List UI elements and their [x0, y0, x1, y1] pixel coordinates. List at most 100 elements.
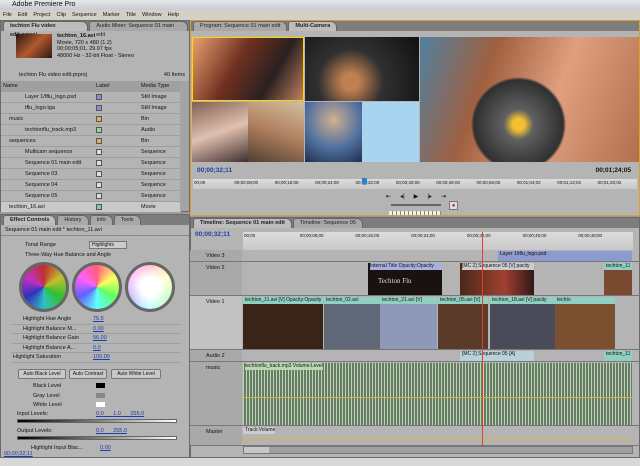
- label-swatch[interactable]: [96, 93, 102, 100]
- output-black[interactable]: 0.0: [96, 428, 104, 434]
- menu-project[interactable]: Project: [33, 10, 50, 20]
- timeline-clip[interactable]: techton_11: [604, 351, 632, 361]
- menu-title[interactable]: Title: [126, 10, 136, 20]
- jog-wheel[interactable]: [389, 211, 441, 215]
- timeline-clip[interactable]: techton_11: [604, 263, 632, 295]
- camera-5-view[interactable]: [305, 102, 362, 162]
- track-label[interactable]: Video 1: [190, 296, 242, 349]
- monitor-current-timecode[interactable]: 00;00;32;11: [197, 167, 232, 174]
- shuttle-slider[interactable]: [391, 204, 441, 206]
- project-item[interactable]: Sequence 01 main edit Sequence: [1, 158, 181, 169]
- go-to-in-icon[interactable]: ⇤: [386, 193, 391, 201]
- tab-program[interactable]: Program: Sequence 01 main edit: [193, 21, 288, 31]
- param-value[interactable]: 56.00: [93, 334, 107, 343]
- tab-tools[interactable]: Tools: [113, 215, 141, 225]
- auto-white-level-button[interactable]: Auto White Level: [111, 369, 161, 379]
- white-level-swatch[interactable]: [96, 402, 105, 407]
- tab-project[interactable]: techton Flu video edit.prproj: [3, 21, 89, 38]
- gray-level-swatch[interactable]: [96, 393, 105, 398]
- output-levels-values[interactable]: 0.0 255.0: [96, 428, 127, 434]
- label-swatch[interactable]: [96, 192, 102, 199]
- tab-history[interactable]: History: [57, 215, 89, 225]
- timeline-clip[interactable]: techton_21.avi [V]: [380, 297, 437, 349]
- menu-edit[interactable]: Edit: [18, 10, 27, 20]
- output-white[interactable]: 255.0: [113, 428, 127, 434]
- tab-info[interactable]: Info: [89, 215, 113, 225]
- input-gray[interactable]: 1.0: [113, 411, 121, 417]
- param-value[interactable]: 0.0: [93, 344, 101, 353]
- track-label[interactable]: Master: [190, 426, 242, 445]
- highlight-color-wheel[interactable]: [125, 262, 175, 312]
- go-to-out-icon[interactable]: ⇥: [441, 193, 446, 201]
- label-swatch[interactable]: [96, 170, 102, 177]
- timeline-timecode[interactable]: 00;00;32;11: [195, 231, 230, 238]
- project-item[interactable]: tflu_logo.tga Still Image: [1, 103, 181, 114]
- col-label[interactable]: Label: [96, 81, 141, 91]
- label-swatch[interactable]: [96, 159, 102, 166]
- volume-line[interactable]: [243, 397, 632, 398]
- camera-6-view[interactable]: [362, 102, 419, 162]
- effect-timecode[interactable]: 00;00;32;11: [4, 451, 33, 457]
- tab-timeline-seq05[interactable]: Timeline: Sequence 05: [292, 218, 363, 228]
- camera-1-view[interactable]: [192, 37, 304, 101]
- project-item[interactable]: techtonflu_track.mp3 Audio: [1, 125, 181, 136]
- project-item[interactable]: techton_16.avi Movie: [1, 202, 181, 213]
- menu-sequence[interactable]: Sequence: [72, 10, 97, 20]
- menu-window[interactable]: Window: [142, 10, 162, 20]
- param-value[interactable]: 0.00: [93, 325, 104, 334]
- label-swatch[interactable]: [96, 104, 102, 111]
- timeline-clip[interactable]: techton_02.avi: [324, 297, 380, 349]
- input-levels-values[interactable]: 0.0 1.0 255.0: [96, 411, 144, 417]
- label-swatch[interactable]: [96, 126, 102, 133]
- label-swatch[interactable]: [96, 148, 102, 155]
- menu-file[interactable]: File: [3, 10, 12, 20]
- col-name[interactable]: Name: [1, 81, 96, 91]
- project-scrollbar[interactable]: [180, 81, 189, 211]
- label-swatch[interactable]: [96, 203, 102, 210]
- tonal-range-dropdown[interactable]: Highlights: [89, 241, 127, 249]
- play-icon[interactable]: ▶: [414, 193, 419, 201]
- tab-audio-mixer[interactable]: Audio Mixer: Sequence 01 main edit: [89, 21, 188, 38]
- input-levels-slider[interactable]: [17, 419, 177, 423]
- track-label[interactable]: Audio 2: [190, 350, 242, 361]
- output-levels-slider[interactable]: [17, 436, 177, 440]
- project-item[interactable]: Sequence 05 Sequence: [1, 191, 181, 202]
- label-swatch[interactable]: [96, 115, 102, 122]
- monitor-time-ruler[interactable]: 00;00 00;00;08;00 00;00;16;00 00;00;24;00 00…: [193, 179, 637, 189]
- tab-multi-camera[interactable]: Multi-Camera: [288, 21, 338, 31]
- label-swatch[interactable]: [96, 137, 102, 144]
- tab-timeline-seq01[interactable]: Timeline: Sequence 01 main edit: [193, 218, 292, 228]
- timeline-clip[interactable]: [MC 2] Sequence 05 [V] pacity: [460, 263, 534, 295]
- audio-clip[interactable]: techtonflu_track.mp3 Volume:Level: [243, 363, 632, 425]
- shadow-color-wheel[interactable]: [19, 262, 69, 312]
- master-track-volume[interactable]: Track:Volume: [243, 427, 276, 434]
- track-label[interactable]: Video 3: [190, 250, 242, 261]
- camera-3-view[interactable]: [192, 102, 248, 162]
- camera-2-view[interactable]: [305, 37, 419, 101]
- menu-marker[interactable]: Marker: [103, 10, 120, 20]
- project-item[interactable]: sequences Bin: [1, 136, 181, 147]
- timeline-time-ruler[interactable]: 00;00 00;00;08;00 00;00;16;00 00;00;24;00 00…: [243, 232, 633, 250]
- timeline-playhead-line[interactable]: [482, 232, 483, 446]
- label-swatch[interactable]: [96, 181, 102, 188]
- project-item[interactable]: Sequence 03 Sequence: [1, 169, 181, 180]
- timeline-clip[interactable]: Layer 1/tflu_logo.psd: [498, 251, 632, 261]
- project-item[interactable]: Multicam sequence Sequence: [1, 147, 181, 158]
- menu-clip[interactable]: Clip: [56, 10, 65, 20]
- param-value[interactable]: 0.00: [100, 445, 111, 451]
- project-item[interactable]: Sequence 04 Sequence: [1, 180, 181, 191]
- tab-effect-controls[interactable]: Effect Controls: [3, 215, 57, 225]
- param-value[interactable]: 75.5: [93, 315, 104, 324]
- monitor-playhead[interactable]: [361, 178, 367, 185]
- midtone-color-wheel[interactable]: [72, 262, 122, 312]
- record-icon[interactable]: ●: [449, 201, 458, 210]
- param-value[interactable]: 100.00: [93, 353, 110, 362]
- title-clip[interactable]: Internal Title Opacity:Opacity Techton Fl…: [368, 263, 442, 295]
- camera-4-view[interactable]: [248, 102, 304, 162]
- timeline-clip[interactable]: techton_05.avi [V]: [438, 297, 488, 349]
- menu-help[interactable]: Help: [168, 10, 179, 20]
- col-media-type[interactable]: Media Type: [141, 81, 181, 91]
- track-label[interactable]: music: [190, 362, 242, 425]
- step-forward-icon[interactable]: |▸: [427, 193, 432, 201]
- black-level-swatch[interactable]: [96, 383, 105, 388]
